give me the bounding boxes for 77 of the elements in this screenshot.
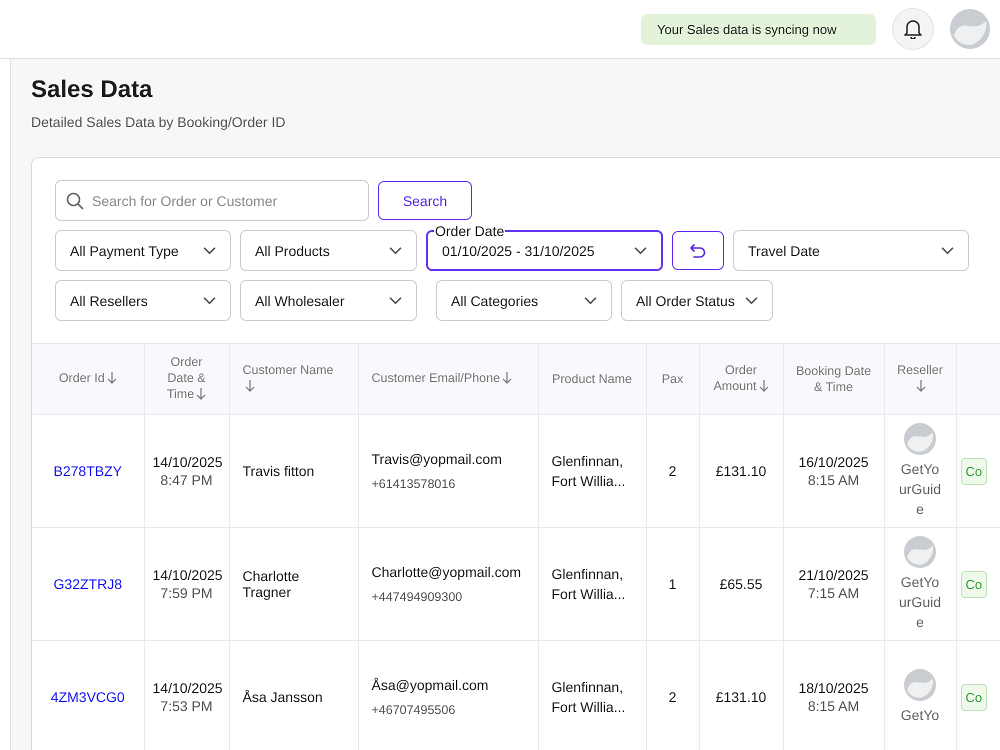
chevron-down-icon [389, 296, 402, 305]
order-id-link[interactable]: 4ZM3VCG0 [50, 689, 125, 705]
field-label: Order Date [434, 223, 506, 239]
column-header[interactable]: Booking Date & Time [783, 344, 884, 414]
column-header[interactable]: Reseller [884, 344, 956, 414]
product-name: Glenfinnan, Fort Willia... [552, 678, 626, 717]
customer-name: Travis fitton [242, 463, 314, 479]
order-time: 7:53 PM [159, 698, 214, 714]
customer-email: Åsa@yopmail.com [372, 677, 490, 693]
booking-time: 8:15 AM [806, 698, 860, 714]
filter-dropdown[interactable]: All Wholesaler [240, 280, 417, 321]
column-header[interactable]: Order Date & Time [144, 344, 229, 414]
order-amount: £131.10 [716, 689, 766, 705]
reseller-name: GetYourGuide [898, 573, 942, 632]
customer-email: Charlotte@yopmail.com [372, 564, 522, 580]
customer-phone: +46707495506 [372, 703, 456, 717]
column-header[interactable]: Customer Email/Phone [358, 344, 538, 414]
chevron-down-icon [584, 296, 597, 305]
customer-phone: +447494909300 [372, 590, 464, 604]
reseller-logo-icon [904, 669, 936, 701]
booking-date: 16/10/2025 [797, 454, 870, 470]
order-id-link[interactable]: B278TBZY [54, 463, 122, 479]
pax-count: 2 [668, 463, 676, 479]
column-header[interactable]: Pax [646, 344, 699, 414]
column-header[interactable]: Order Id [32, 344, 144, 414]
filter-dropdown[interactable]: All Resellers [55, 280, 231, 321]
chevron-down-icon [389, 246, 402, 255]
product-name: Glenfinnan, Fort Willia... [552, 452, 626, 491]
order-amount: £131.10 [716, 463, 766, 479]
order-amount: £65.55 [720, 576, 762, 592]
page-title: Sales Data [31, 76, 152, 104]
undo-icon [689, 242, 707, 258]
order-time: 8:47 PM [159, 472, 214, 488]
pax-count: 2 [668, 689, 676, 705]
chevron-down-icon [745, 296, 758, 305]
customer-email: Travis@yopmail.com [372, 451, 503, 467]
status-badge: Co [960, 570, 988, 598]
search-button[interactable]: Search [378, 181, 472, 220]
reseller-logo-icon [904, 423, 936, 455]
product-name: Glenfinnan, Fort Willia... [552, 565, 626, 604]
order-date: 14/10/2025 [152, 567, 220, 583]
chevron-down-icon [203, 296, 216, 305]
customer-phone: +61413578016 [372, 477, 456, 491]
chevron-down-icon [203, 246, 216, 255]
order-date: 14/10/2025 [152, 680, 220, 696]
reseller-name: GetYourGuide [898, 460, 942, 519]
reseller-logo-icon [904, 536, 936, 568]
filter-dropdown[interactable]: Travel Date [733, 230, 969, 271]
search-icon [66, 192, 84, 210]
booking-date: 21/10/2025 [797, 567, 870, 583]
bell-icon [904, 19, 922, 39]
filter-dropdown[interactable]: All Order Status [621, 280, 773, 321]
reset-button[interactable] [672, 231, 724, 270]
status-badge: Co [960, 458, 988, 484]
column-header[interactable]: Order Amount [699, 344, 783, 414]
chevron-down-icon [634, 246, 647, 255]
column-header[interactable]: Customer Name [229, 344, 358, 414]
filter-dropdown[interactable]: All Categories [436, 280, 612, 321]
status-badge: Co [960, 684, 988, 710]
search-field[interactable]: Search for Order or Customer [55, 180, 369, 221]
filter-dropdown[interactable]: All Payment Type [55, 230, 231, 271]
booking-time: 7:15 AM [806, 585, 860, 601]
booking-time: 8:15 AM [806, 472, 860, 488]
customer-name: Åsa Jansson [242, 689, 323, 705]
page-subtitle: Detailed Sales Data by Booking/Order ID [31, 114, 286, 130]
filter-dropdown[interactable]: All Products [240, 230, 417, 271]
order-time: 7:59 PM [159, 585, 214, 601]
column-header[interactable]: Product Name [538, 344, 646, 414]
pax-count: 1 [668, 576, 676, 592]
customer-name: Charlotte Tragner [242, 568, 300, 600]
order-date: 14/10/2025 [152, 454, 220, 470]
chevron-down-icon [941, 246, 954, 255]
sync-notice: Your Sales data is syncing now [641, 14, 876, 44]
order-id-link[interactable]: G32ZTRJ8 [54, 576, 122, 592]
reseller-name: GetYo [900, 706, 940, 725]
booking-date: 18/10/2025 [797, 680, 870, 696]
notification-bell-button[interactable] [892, 8, 934, 50]
